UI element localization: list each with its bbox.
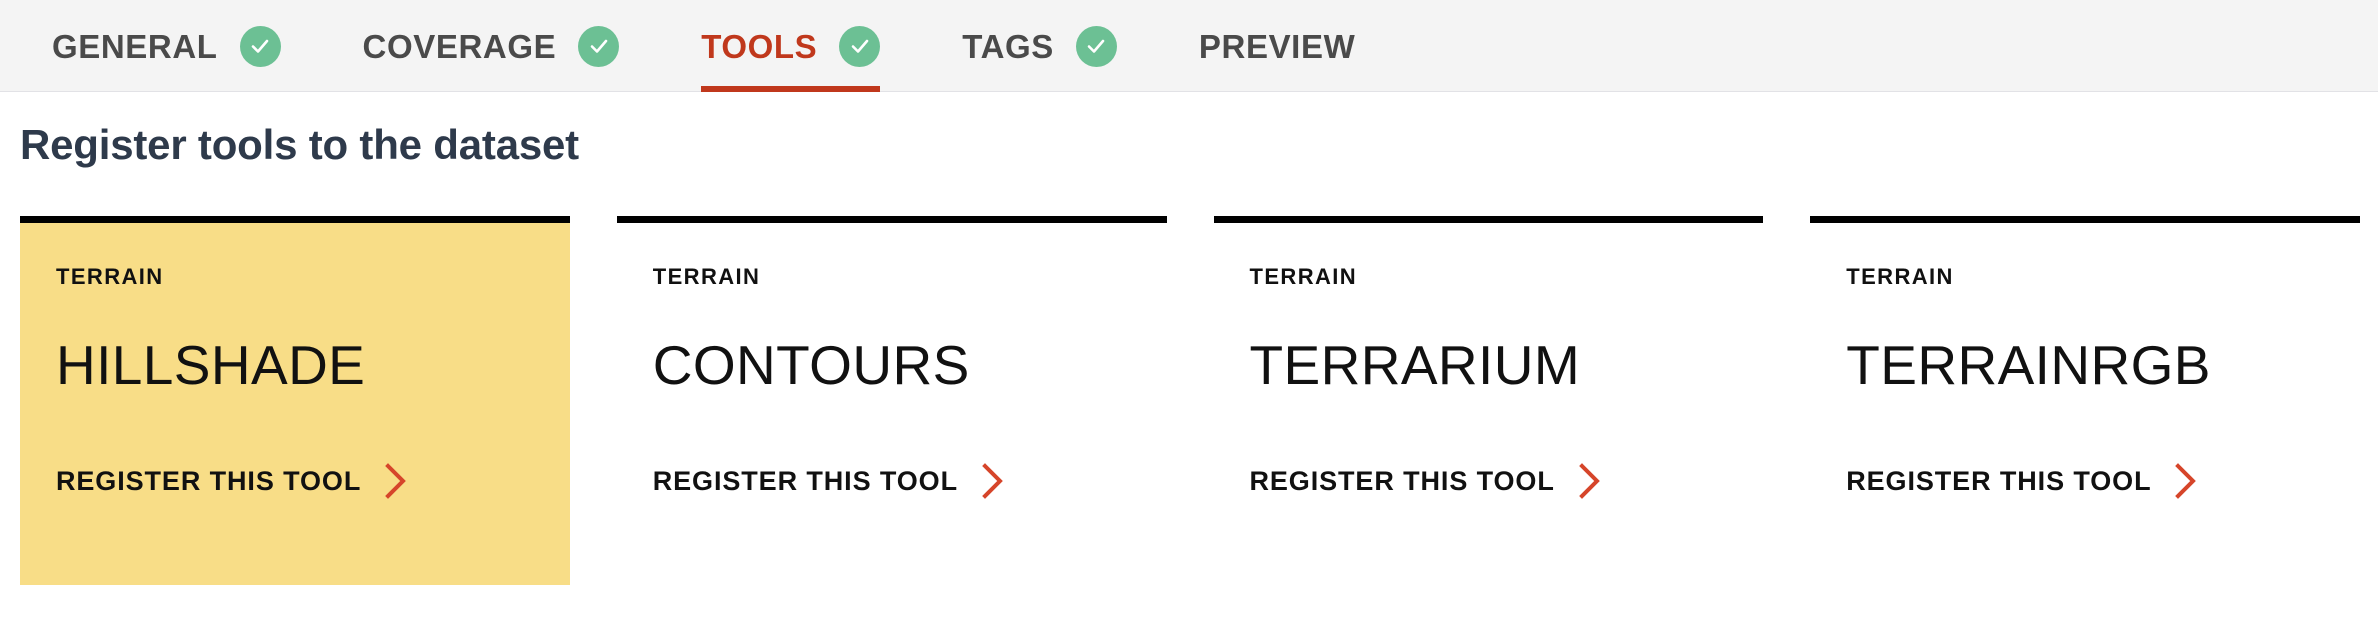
tool-card-category: TERRAIN	[652, 264, 761, 289]
tab-label: TAGS	[962, 27, 1054, 65]
check-icon	[1075, 25, 1117, 67]
tool-card-grid: TERRAIN HILLSHADE REGISTER THIS TOOL TERRAI…	[20, 216, 2360, 585]
tab-general[interactable]: GENERAL	[52, 0, 363, 92]
register-this-tool-label: REGISTER THIS TOOL	[652, 465, 958, 496]
register-this-tool-label: REGISTER THIS TOOL	[56, 465, 362, 496]
register-this-tool-label: REGISTER THIS TOOL	[1846, 465, 2152, 496]
tab-label: TOOLS	[701, 27, 818, 65]
tab-label: GENERAL	[52, 27, 218, 65]
tool-card-title: TERRARIUM	[1249, 334, 1581, 396]
check-icon	[578, 25, 620, 67]
tool-card[interactable]: TERRAIN CONTOURS REGISTER THIS TOOL	[616, 216, 1167, 585]
tool-card-category: TERRAIN	[1249, 264, 1358, 289]
tool-card[interactable]: TERRAIN TERRAINRGB REGISTER THIS TOOL	[1810, 216, 2360, 585]
tab-tools[interactable]: TOOLS	[701, 0, 962, 92]
check-icon	[239, 25, 281, 67]
tab-bar: GENERAL COVERAGE TOOLS TAGS PREVIEW	[0, 0, 2378, 92]
register-this-tool-button[interactable]: REGISTER THIS TOOL	[1250, 462, 1603, 500]
tab-label: PREVIEW	[1198, 27, 1356, 65]
chevron-right-icon	[1577, 462, 1603, 500]
tool-card-category: TERRAIN	[56, 264, 164, 289]
tool-card-title: CONTOURS	[652, 334, 970, 396]
register-this-tool-label: REGISTER THIS TOOL	[1249, 465, 1555, 496]
check-icon	[839, 25, 881, 67]
tool-card-title: HILLSHADE	[56, 334, 366, 396]
tool-card-title: TERRAINRGB	[1846, 334, 2211, 396]
tab-label: COVERAGE	[362, 27, 557, 65]
register-this-tool-button[interactable]: REGISTER THIS TOOL	[56, 462, 409, 500]
tab-coverage[interactable]: COVERAGE	[363, 0, 702, 92]
tool-card[interactable]: TERRAIN TERRARIUM REGISTER THIS TOOL	[1213, 216, 1764, 585]
register-this-tool-button[interactable]: REGISTER THIS TOOL	[1846, 462, 2199, 500]
tab-preview[interactable]: PREVIEW	[1199, 0, 1437, 92]
chevron-right-icon	[383, 462, 409, 500]
page-title: Register tools to the dataset	[20, 121, 579, 168]
register-this-tool-button[interactable]: REGISTER THIS TOOL	[653, 462, 1006, 500]
active-tab-underline	[701, 86, 881, 92]
tool-card-category: TERRAIN	[1846, 264, 1954, 289]
chevron-right-icon	[980, 462, 1006, 500]
tool-card[interactable]: TERRAIN HILLSHADE REGISTER THIS TOOL	[20, 216, 570, 585]
tab-tags[interactable]: TAGS	[962, 0, 1199, 92]
chevron-right-icon	[2173, 462, 2199, 500]
tab-list: GENERAL COVERAGE TOOLS TAGS PREVIEW	[52, 0, 1437, 92]
